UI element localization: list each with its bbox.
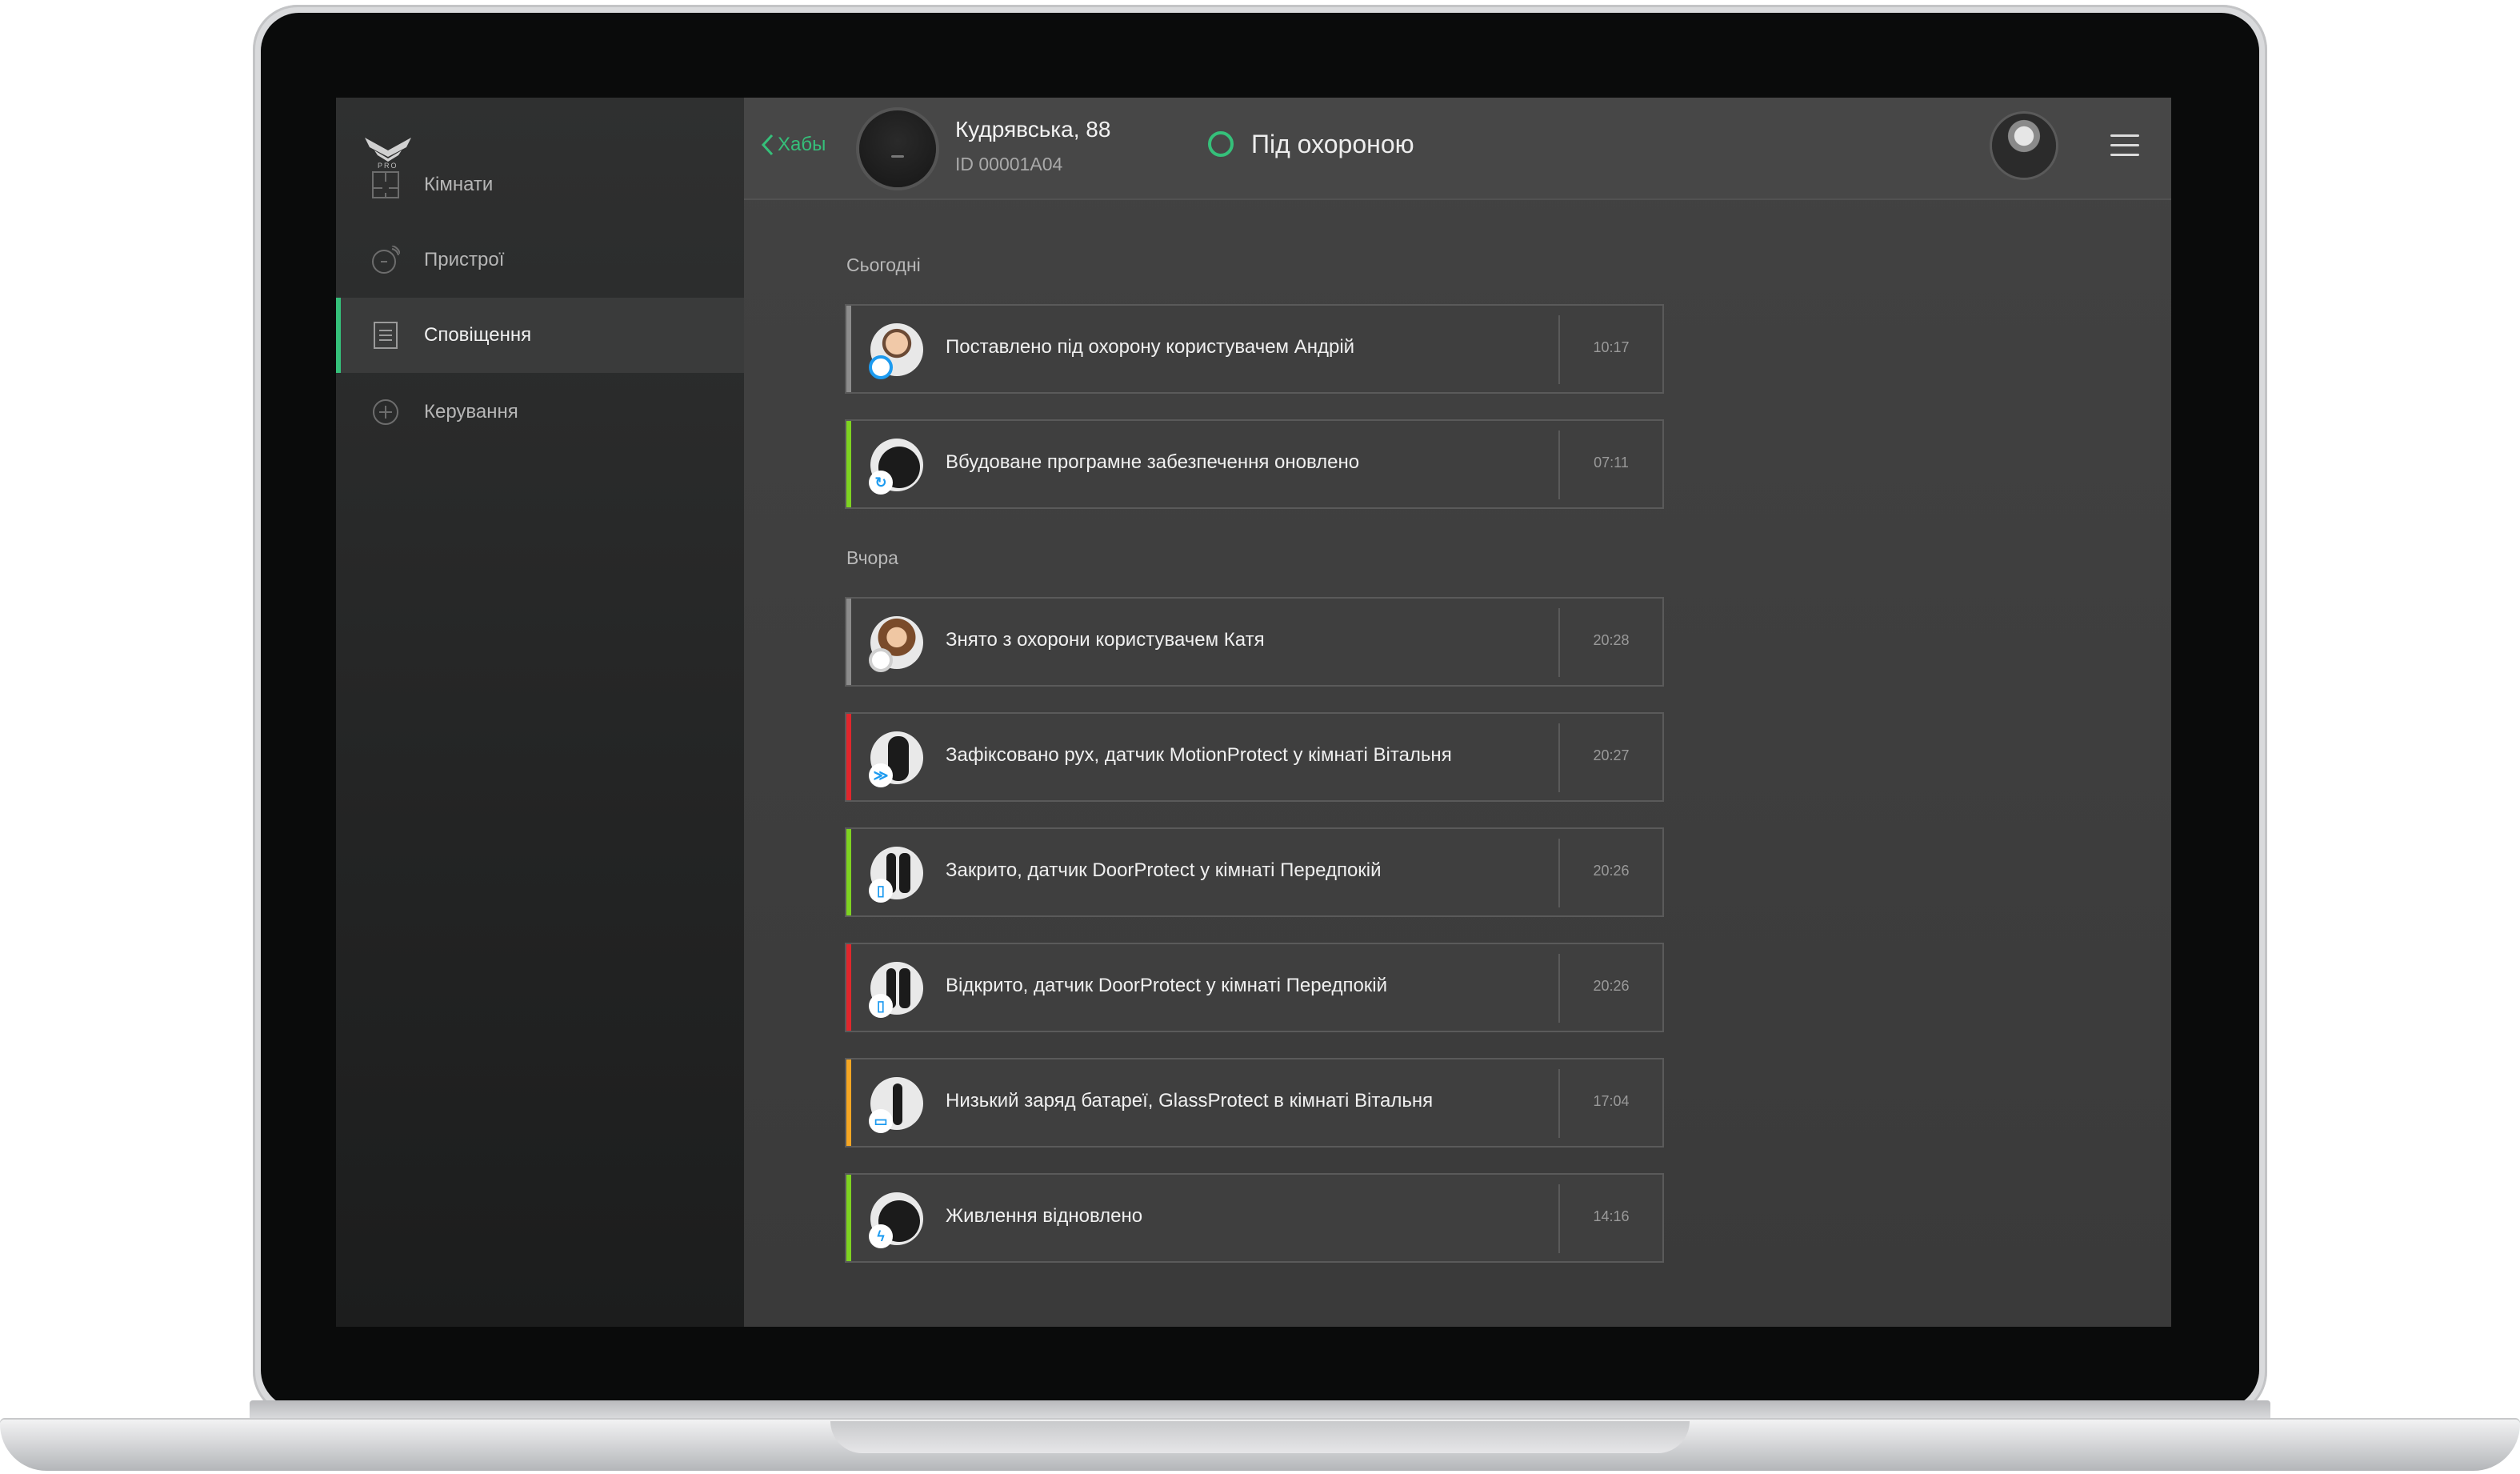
- event-row[interactable]: ϟ Живлення відновлено 14:16: [845, 1173, 1664, 1263]
- sidebar: PRO Кімнати Пристрої Сповіщення Керуванн…: [336, 98, 744, 1327]
- armed-badge-icon: [869, 355, 893, 379]
- notifications-icon: [374, 322, 398, 349]
- event-text: Зафіксовано рух, датчик MotionProtect у …: [946, 744, 1452, 766]
- event-time: 20:28: [1593, 632, 1630, 648]
- door-badge-icon: ▯: [869, 879, 893, 903]
- event-status-bar: [846, 944, 851, 1031]
- event-text: Вбудоване програмне забезпечення оновлен…: [946, 451, 1360, 473]
- sidebar-item-devices[interactable]: Пристрої: [336, 222, 744, 298]
- event-time: 20:26: [1593, 978, 1630, 994]
- event-status-bar: [846, 599, 851, 685]
- hub-id: ID 00001A04: [955, 154, 1063, 174]
- event-time: 10:17: [1593, 339, 1630, 355]
- hub-avatar[interactable]: [859, 110, 936, 187]
- event-time: 07:11: [1594, 455, 1629, 471]
- event-text: Закрито, датчик DoorProtect у кімнаті Пе…: [946, 859, 1382, 881]
- event-row[interactable]: Знято з охорони користувачем Катя 20:28: [845, 597, 1664, 687]
- battery-badge-icon: ▭: [869, 1109, 893, 1133]
- motion-badge-icon: ≫: [869, 763, 893, 787]
- section-title-yesterday: Вчора: [846, 547, 898, 568]
- event-status-bar: [846, 421, 851, 507]
- hamburger-icon-line: [2110, 144, 2139, 146]
- event-status-bar: [846, 829, 851, 915]
- event-time: 14:16: [1593, 1208, 1630, 1224]
- event-text: Відкрито, датчик DoorProtect у кімнаті П…: [946, 975, 1388, 996]
- event-row[interactable]: ▯ Відкрито, датчик DoorProtect у кімнаті…: [845, 943, 1664, 1032]
- menu-button[interactable]: [2110, 134, 2139, 158]
- devices-icon: [372, 246, 400, 274]
- app-screen: PRO Кімнати Пристрої Сповіщення Керуванн…: [336, 98, 2171, 1327]
- sidebar-item-label: Пристрої: [424, 249, 505, 270]
- update-badge-icon: ↻: [869, 471, 893, 495]
- event-row[interactable]: ↻ Вбудоване програмне забезпечення оновл…: [845, 419, 1664, 509]
- event-text: Живлення відновлено: [946, 1205, 1143, 1227]
- hamburger-icon-line: [2110, 134, 2139, 137]
- back-label: Хабы: [778, 134, 826, 155]
- event-text: Поставлено під охорону користувачем Андр…: [946, 336, 1355, 358]
- user-avatar[interactable]: [1992, 114, 2056, 178]
- armed-status-icon: [1208, 131, 1234, 157]
- event-text: Знято з охорони користувачем Катя: [946, 629, 1265, 651]
- event-row[interactable]: Поставлено під охорону користувачем Андр…: [845, 304, 1664, 394]
- control-icon: [373, 399, 398, 425]
- event-status-bar: [846, 1059, 851, 1146]
- disarmed-badge-icon: [869, 648, 893, 672]
- laptop-hinge: [250, 1400, 2270, 1421]
- power-badge-icon: ϟ: [869, 1224, 893, 1248]
- sidebar-item-control[interactable]: Керування: [336, 375, 744, 450]
- chevron-left-icon: [761, 134, 774, 156]
- event-row[interactable]: ≫ Зафіксовано рух, датчик MotionProtect …: [845, 712, 1664, 802]
- hamburger-icon-line: [2110, 154, 2139, 156]
- hub-name: Кудрявська, 88: [955, 117, 1111, 142]
- sidebar-item-rooms[interactable]: Кімнати: [336, 147, 744, 222]
- door-badge-icon: ▯: [869, 994, 893, 1018]
- header: Хабы Кудрявська, 88 ID 00001A04 Під охор…: [744, 98, 2171, 200]
- event-time: 17:04: [1593, 1093, 1630, 1109]
- back-button[interactable]: Хабы: [760, 133, 826, 157]
- event-row[interactable]: ▯ Закрито, датчик DoorProtect у кімнаті …: [845, 827, 1664, 917]
- event-status-bar: [846, 306, 851, 392]
- sidebar-item-notifications[interactable]: Сповіщення: [336, 298, 744, 373]
- event-text: Низький заряд батареї, GlassProtect в кі…: [946, 1090, 1434, 1112]
- event-status-bar: [846, 714, 851, 800]
- event-row[interactable]: ▭ Низький заряд батареї, GlassProtect в …: [845, 1058, 1664, 1148]
- main-content: Хабы Кудрявська, 88 ID 00001A04 Під охор…: [744, 98, 2171, 1327]
- rooms-icon: [372, 171, 399, 198]
- sidebar-item-label: Сповіщення: [424, 324, 532, 346]
- event-time: 20:26: [1593, 863, 1630, 879]
- laptop-notch: [830, 1421, 1690, 1453]
- sidebar-item-label: Кімнати: [424, 174, 494, 195]
- section-title-today: Сьогодні: [846, 254, 921, 275]
- event-status-bar: [846, 1175, 851, 1261]
- sidebar-item-label: Керування: [424, 401, 518, 423]
- security-status: Під охороною: [1251, 130, 1414, 158]
- event-time: 20:27: [1593, 747, 1630, 763]
